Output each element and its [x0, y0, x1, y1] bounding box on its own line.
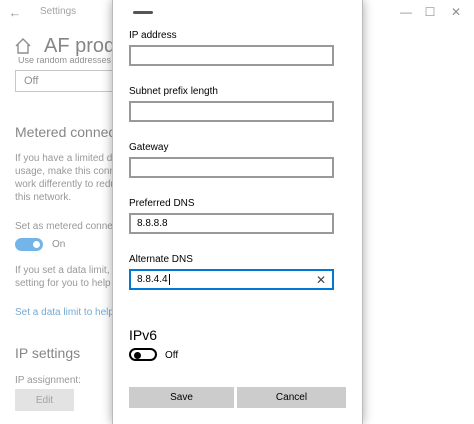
save-button[interactable]: Save	[129, 387, 234, 408]
ipv6-heading: IPv6	[129, 327, 158, 343]
toggle-knob	[134, 352, 141, 359]
preferred-dns-value: 8.8.8.8	[137, 218, 168, 229]
scroll-indicator[interactable]	[133, 11, 153, 14]
subnet-prefix-input[interactable]	[129, 101, 334, 122]
preferred-dns-input[interactable]: 8.8.8.8	[129, 213, 334, 234]
subnet-prefix-label: Subnet prefix length	[129, 86, 218, 97]
ipv6-toggle-state: Off	[165, 350, 179, 361]
ipv6-toggle[interactable]	[129, 348, 157, 361]
ip-address-label: IP address	[129, 30, 177, 41]
gateway-label: Gateway	[129, 142, 169, 153]
clear-icon[interactable]: ✕	[316, 273, 326, 287]
cancel-button[interactable]: Cancel	[237, 387, 346, 408]
text-caret	[168, 273, 170, 285]
alternate-dns-input[interactable]: 8.8.4.4 ✕	[129, 269, 334, 290]
preferred-dns-label: Preferred DNS	[129, 198, 195, 209]
ip-settings-dialog: IP address Subnet prefix length Gateway …	[112, 0, 363, 424]
alternate-dns-label: Alternate DNS	[129, 254, 193, 265]
alternate-dns-value: 8.8.4.4	[137, 274, 168, 285]
ip-address-input[interactable]	[129, 45, 334, 66]
gateway-input[interactable]	[129, 157, 334, 178]
